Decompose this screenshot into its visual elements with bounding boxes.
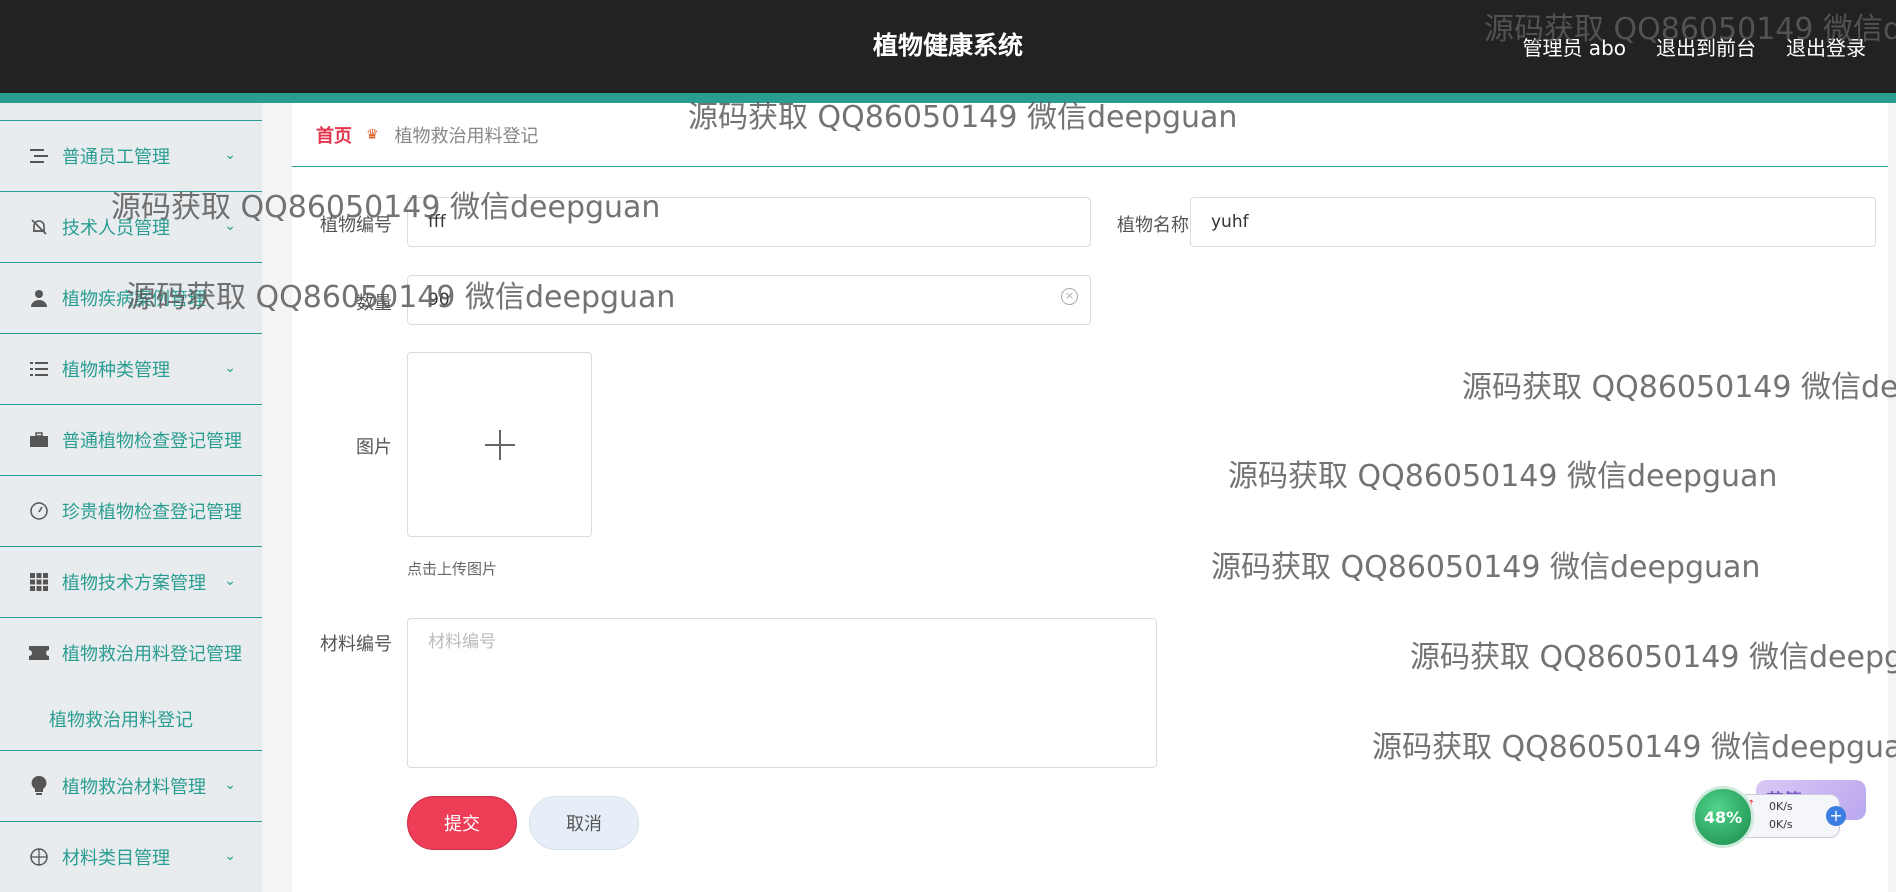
chevron-down-icon: ⌄ <box>224 848 236 864</box>
sidebar-item-label: 植物救治材料管理 <box>62 777 206 798</box>
network-speed-widget[interactable]: 英简 ↑ 0K/s ↓ 0K/s 48% + <box>1690 780 1870 860</box>
breadcrumb-home[interactable]: 首页 <box>316 122 352 148</box>
main-content: 首页 ♛ 植物救治用料登记 植物编号 fff 植物名称 yuhf 数量 90 ×… <box>292 103 1888 892</box>
plant-name-value: yuhf <box>1211 212 1249 232</box>
top-header: 植物健康系统 管理员 abo 退出到前台 退出登录 <box>0 0 1896 103</box>
memory-usage-circle: 48% <box>1692 786 1754 848</box>
grid-icon <box>28 571 50 593</box>
list-icon <box>28 145 50 167</box>
sidebar-item-label: 材料类目管理 <box>62 848 170 869</box>
sidebar-item-rescue-materials[interactable]: 植物救治材料管理 ⌄ <box>0 750 262 821</box>
logout-link[interactable]: 退出登录 <box>1786 32 1866 61</box>
sidebar-item-label: 技术人员管理 <box>62 218 170 239</box>
sidebar: 普通员工管理 ⌄ 技术人员管理 ⌄ 植物疾病案例管理 植物种类管理 ⌄ 普通植物… <box>0 103 262 892</box>
plant-code-input[interactable]: fff <box>407 197 1091 247</box>
sidebar-item-label: 植物种类管理 <box>62 360 170 381</box>
user-icon <box>28 287 50 309</box>
sidebar-item-rare-inspection[interactable]: 珍贵植物检查登记管理 <box>0 475 262 546</box>
sidebar-item-label: 普通员工管理 <box>62 147 170 168</box>
crown-icon: ♛ <box>366 126 379 143</box>
admin-user-link[interactable]: 管理员 abo <box>1522 32 1626 61</box>
plant-name-label: 植物名称 <box>1117 215 1189 236</box>
sidebar-item-label: 植物技术方案管理 <box>62 573 206 594</box>
chevron-down-icon: ⌄ <box>224 218 236 234</box>
plus-icon <box>484 429 515 460</box>
bell-off-icon <box>28 216 50 238</box>
upload-speed: 0K/s <box>1769 800 1793 813</box>
plant-code-label: 植物编号 <box>320 215 392 236</box>
material-code-label: 材料编号 <box>320 634 392 655</box>
clear-icon[interactable]: × <box>1061 288 1078 305</box>
submit-button[interactable]: 提交 <box>407 796 517 850</box>
download-speed: 0K/s <box>1769 818 1793 831</box>
sidebar-item-label: 植物疾病案例管理 <box>62 289 206 310</box>
quantity-value: 90 <box>428 290 450 310</box>
watermark-clip: 源码获取 QQ86050149 微信deepguan <box>1372 720 1896 770</box>
breadcrumb-current: 植物救治用料登记 <box>394 125 539 147</box>
plant-name-input[interactable]: yuhf <box>1190 197 1876 247</box>
sidebar-item-normal-inspection[interactable]: 普通植物检查登记管理 <box>0 404 262 475</box>
sidebar-item-rescue-material-registration[interactable]: 植物救治用料登记管理 <box>0 617 262 688</box>
sidebar-item-technicians[interactable]: 技术人员管理 ⌄ <box>0 191 262 262</box>
sidebar-item-label: 普通植物检查登记管理 <box>62 431 242 452</box>
top-links: 管理员 abo 退出到前台 退出登录 <box>1522 32 1866 61</box>
exit-to-front-link[interactable]: 退出到前台 <box>1656 32 1756 61</box>
upload-hint: 点击上传图片 <box>407 560 498 578</box>
watermark-text: 源码获取 QQ86050149 微信deepguan <box>1462 370 1896 405</box>
gauge-icon <box>28 500 50 522</box>
quantity-label: 数量 <box>356 293 392 314</box>
sidebar-subitem-rescue-material-registration[interactable]: 植物救治用料登记 <box>0 688 262 750</box>
chevron-down-icon: ⌄ <box>224 573 236 589</box>
sidebar-item-tech-plans[interactable]: 植物技术方案管理 ⌄ <box>0 546 262 617</box>
cancel-button[interactable]: 取消 <box>529 796 639 850</box>
watermark-clip: 源码获取 QQ86050149 微信deepguan <box>1410 630 1896 680</box>
chevron-down-icon: ⌄ <box>224 777 236 793</box>
watermark-text: 源码获取 QQ86050149 微信deepguan <box>1410 640 1896 675</box>
list-icon <box>28 358 50 380</box>
quantity-input[interactable]: 90 × <box>407 275 1091 325</box>
material-code-placeholder: 材料编号 <box>428 632 496 652</box>
watermark-clip: 源码获取 QQ86050149 微信deepguan <box>1462 360 1896 410</box>
watermark-text: 源码获取 QQ86050149 微信deepguan <box>1372 730 1896 765</box>
sidebar-item-label: 植物救治用料登记管理 <box>62 644 242 665</box>
plus-icon[interactable]: + <box>1826 806 1846 826</box>
plant-code-value: fff <box>428 212 446 232</box>
chevron-down-icon: ⌄ <box>224 360 236 376</box>
sidebar-item-material-categories[interactable]: 材料类目管理 ⌄ <box>0 821 262 892</box>
image-upload-box[interactable] <box>407 352 592 537</box>
sidebar-item-plant-types[interactable]: 植物种类管理 ⌄ <box>0 333 262 404</box>
chevron-down-icon: ⌄ <box>224 147 236 163</box>
breadcrumb: 首页 ♛ 植物救治用料登记 <box>292 103 1888 167</box>
header-accent-strip <box>0 93 1896 103</box>
ticket-icon <box>28 642 50 664</box>
sidebar-item-label: 珍贵植物检查登记管理 <box>62 502 242 523</box>
sidebar-item-disease-cases[interactable]: 植物疾病案例管理 <box>0 262 262 333</box>
material-code-textarea[interactable]: 材料编号 <box>407 618 1157 768</box>
image-label: 图片 <box>356 437 392 458</box>
bulb-icon <box>28 775 50 797</box>
briefcase-icon <box>28 429 50 451</box>
sidebar-item-staff[interactable]: 普通员工管理 ⌄ <box>0 120 262 191</box>
target-icon <box>28 846 50 868</box>
